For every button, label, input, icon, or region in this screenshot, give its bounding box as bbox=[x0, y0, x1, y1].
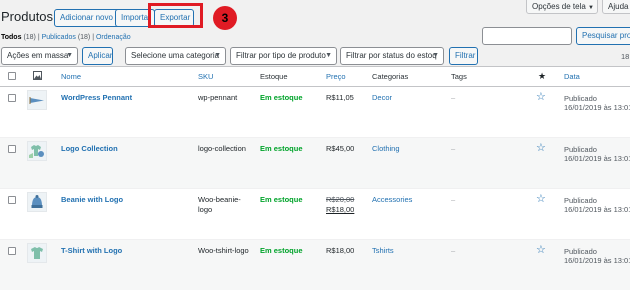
row-checkbox[interactable] bbox=[8, 145, 16, 153]
product-sale-price: R$18,00 bbox=[326, 205, 355, 214]
product-type-select-value: Filtrar por tipo de produto bbox=[236, 51, 326, 60]
stock-status: Em estoque bbox=[260, 93, 303, 102]
chevron-down-icon: ▼ bbox=[325, 52, 332, 59]
featured-star-icon[interactable]: ☆ bbox=[536, 192, 546, 205]
product-name-link[interactable]: Logo Collection bbox=[61, 144, 118, 153]
column-tags: Tags bbox=[451, 72, 467, 81]
product-sku-continued: logo bbox=[198, 205, 213, 214]
chevron-down-icon: ▼ bbox=[432, 52, 439, 59]
view-all-link[interactable]: Todos bbox=[1, 34, 21, 41]
column-sku[interactable]: SKU bbox=[198, 72, 213, 81]
products-table: Nome SKU Estoque Preço Categorias Tags ★… bbox=[0, 66, 630, 290]
column-date[interactable]: Data bbox=[564, 72, 580, 81]
view-sort-link[interactable]: Ordenação bbox=[96, 34, 131, 41]
category-select[interactable]: Selecione uma categoria ▼ bbox=[125, 47, 226, 65]
stock-status: Em estoque bbox=[260, 144, 303, 153]
column-price[interactable]: Preço bbox=[326, 72, 346, 81]
view-published-count: (18) bbox=[77, 34, 91, 41]
product-type-select[interactable]: Filtrar por tipo de produto ▼ bbox=[230, 47, 337, 65]
view-all-count: (18) bbox=[23, 34, 36, 41]
tshirt-icon[interactable] bbox=[27, 243, 47, 263]
chevron-down-icon: ▼ bbox=[214, 52, 221, 59]
table-header: Nome SKU Estoque Preço Categorias Tags ★… bbox=[0, 67, 630, 87]
publish-date: 16/01/2019 às 13:01 bbox=[564, 103, 630, 112]
product-category-link[interactable]: Decor bbox=[372, 93, 392, 102]
bulk-actions-select[interactable]: Ações em massa ▼ bbox=[1, 47, 78, 65]
beanie-icon[interactable] bbox=[27, 192, 47, 212]
chevron-down-icon: ▼ bbox=[588, 5, 594, 11]
row-checkbox[interactable] bbox=[8, 247, 16, 255]
product-category-link[interactable]: Tshirts bbox=[372, 246, 394, 255]
product-name-link[interactable]: Beanie with Logo bbox=[61, 195, 123, 204]
column-featured-star-icon[interactable]: ★ bbox=[538, 71, 546, 82]
search-products-button[interactable]: Pesquisar produ bbox=[576, 27, 630, 45]
product-sku: Woo-beanie- bbox=[198, 195, 241, 204]
product-sku: logo-collection bbox=[198, 144, 246, 153]
column-stock: Estoque bbox=[260, 72, 288, 81]
product-sku: wp-pennant bbox=[198, 93, 238, 102]
select-all-checkbox[interactable] bbox=[8, 72, 16, 80]
table-row: WordPress Pennant wp-pennant Em estoque … bbox=[0, 87, 630, 138]
search-input[interactable] bbox=[482, 27, 572, 45]
help-label: Ajuda bbox=[608, 2, 629, 11]
product-tags: – bbox=[451, 144, 456, 153]
product-name-link[interactable]: T-Shirt with Logo bbox=[61, 246, 122, 255]
product-category-link[interactable]: Clothing bbox=[372, 144, 400, 153]
view-filters: Todos (18) | Publicados (18) | Ordenação bbox=[1, 34, 131, 41]
featured-star-icon[interactable]: ☆ bbox=[536, 90, 546, 103]
product-tags: – bbox=[451, 246, 456, 255]
stock-status: Em estoque bbox=[260, 195, 303, 204]
stock-status-select[interactable]: Filtrar por status do estoq ▼ bbox=[340, 47, 444, 65]
column-name[interactable]: Nome bbox=[61, 72, 81, 81]
thumb-column-icon bbox=[33, 71, 42, 82]
product-price: R$45,00 bbox=[326, 144, 355, 153]
filter-button[interactable]: Filtrar bbox=[449, 47, 478, 65]
annotation-step-badge: 3 bbox=[213, 6, 237, 30]
publish-date: 16/01/2019 às 13:01 bbox=[564, 205, 630, 214]
product-price: R$18,00 bbox=[326, 246, 355, 255]
apply-button[interactable]: Aplicar bbox=[82, 47, 113, 65]
clothing-collection-icon[interactable] bbox=[27, 141, 47, 161]
screen-options-button[interactable]: Opções de tela ▼ bbox=[526, 0, 598, 14]
publish-date: 16/01/2019 às 13:01 bbox=[564, 154, 630, 163]
page-title: Produtos bbox=[1, 9, 54, 24]
table-row: Logo Collection logo-collection Em estoq… bbox=[0, 138, 630, 189]
featured-star-icon[interactable]: ☆ bbox=[536, 243, 546, 256]
row-checkbox[interactable] bbox=[8, 94, 16, 102]
stock-status: Em estoque bbox=[260, 246, 303, 255]
publish-date: 16/01/2019 às 13:01 bbox=[564, 256, 630, 265]
product-price: R$11,05 bbox=[326, 93, 354, 102]
product-tags: – bbox=[451, 93, 456, 102]
stock-status-select-value: Filtrar por status do estoq bbox=[346, 51, 437, 60]
product-regular-price: R$20,00 bbox=[326, 195, 355, 204]
table-row: T-Shirt with Logo Woo-tshirt-logo Em est… bbox=[0, 240, 630, 290]
product-tags: – bbox=[451, 195, 456, 204]
product-sku: Woo-tshirt-logo bbox=[198, 246, 249, 255]
items-count: 18 bbox=[621, 52, 630, 61]
pennant-icon[interactable] bbox=[27, 90, 47, 110]
product-category-link[interactable]: Accessories bbox=[372, 195, 412, 204]
category-select-value: Selecione uma categoria bbox=[131, 51, 220, 60]
row-checkbox[interactable] bbox=[8, 196, 16, 204]
screen-options-label: Opções de tela bbox=[532, 2, 586, 11]
annotation-highlight-box bbox=[148, 3, 203, 28]
featured-star-icon[interactable]: ☆ bbox=[536, 141, 546, 154]
help-button[interactable]: Ajuda bbox=[602, 0, 630, 14]
column-categories: Categorias bbox=[372, 72, 409, 81]
bulk-actions-value: Ações em massa bbox=[7, 51, 69, 60]
chevron-down-icon: ▼ bbox=[66, 52, 73, 59]
view-published-link[interactable]: Publicados bbox=[42, 34, 76, 41]
product-name-link[interactable]: WordPress Pennant bbox=[61, 93, 132, 102]
table-row: Beanie with Logo Woo-beanie- logo Em est… bbox=[0, 189, 630, 240]
